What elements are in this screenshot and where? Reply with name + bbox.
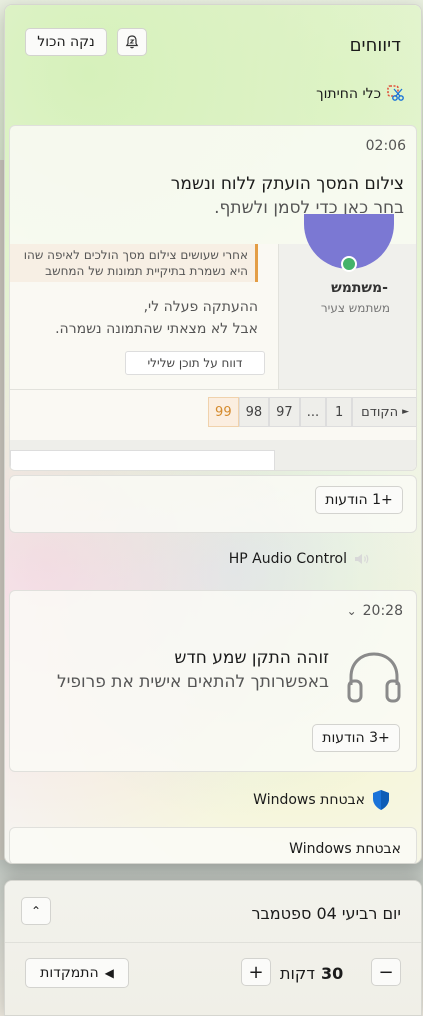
- preview-post-text: ההעתקה פעלה לי,: [143, 299, 258, 315]
- notification-time: 20:28: [362, 603, 403, 619]
- pager-page-active: 99: [208, 397, 239, 427]
- do-not-disturb-button[interactable]: [117, 28, 147, 56]
- windows-security-app-name: אבטחת Windows: [253, 792, 365, 808]
- notification-title: צילום המסך הועתק ללוח ונשמר: [170, 174, 404, 194]
- snipping-tool-app-name: כלי החיתוך: [316, 86, 381, 102]
- snipping-tool-group-header[interactable]: כלי החיתוך: [316, 85, 405, 103]
- screenshot-preview[interactable]: אחרי שעושים צילום מסך הולכים לאיפה שהו ה…: [10, 214, 416, 470]
- decrease-minutes-button[interactable]: −: [371, 958, 401, 986]
- caret-right-icon: ►: [402, 407, 409, 417]
- preview-quote-line: אחרי שעושים צילום מסך הולכים לאיפה שהו: [23, 248, 248, 262]
- hp-audio-app-name: HP Audio Control: [228, 551, 347, 567]
- calendar-focus-panel: יום רביעי 04 ספטמבר ⌃ − 30 דקות + ◀ התמק…: [4, 880, 422, 1016]
- notification-subtitle: באפשרותך להתאים אישית את פרופיל: [56, 672, 329, 692]
- notification-title: אבטחת Windows: [289, 841, 401, 857]
- preview-report-button: דווח על תוכן שלילי: [125, 351, 265, 375]
- more-notifications-button[interactable]: +1 הודעות: [315, 486, 403, 514]
- notification-title: זוהה התקן שמע חדש: [174, 648, 329, 668]
- preview-pager: ► הקודם 1 ... 97 98 99: [208, 397, 416, 427]
- minus-icon: −: [378, 961, 394, 983]
- pager-page: 1: [326, 397, 353, 427]
- plus-icon: +: [248, 961, 264, 983]
- preview-username: -משתמש: [331, 280, 388, 296]
- preview-quote-line: היא נשמרת בתיקיית תמונות של המחשב: [45, 264, 248, 278]
- preview-user-sidebar: -משתמש משתמש צעיר: [278, 214, 416, 389]
- calendar-date: יום רביעי 04 ספטמבר: [251, 904, 401, 923]
- windows-security-group-header[interactable]: אבטחת Windows: [253, 789, 391, 811]
- chevron-down-icon[interactable]: ⌄: [347, 604, 357, 618]
- play-icon: ◀: [104, 966, 114, 980]
- headphones-icon: [347, 652, 401, 703]
- hp-audio-group-header[interactable]: HP Audio Control: [229, 551, 371, 567]
- chevron-up-icon: ⌃: [30, 904, 42, 918]
- increase-minutes-button[interactable]: +: [241, 958, 271, 986]
- focus-button-label: התמקדות: [40, 965, 99, 981]
- more-notifications-button[interactable]: +3 הודעות: [312, 724, 400, 752]
- pager-page: 98: [238, 397, 270, 427]
- preview-user-role: משתמש צעיר: [320, 301, 390, 315]
- focus-duration: 30 דקות: [280, 964, 343, 983]
- shield-icon: [373, 790, 389, 810]
- focus-minutes-unit: דקות: [280, 964, 315, 983]
- snipping-notification[interactable]: 02:06 צילום המסך הועתק ללוח ונשמר בחר כא…: [9, 125, 417, 471]
- start-focus-button[interactable]: ◀ התמקדות: [25, 958, 129, 988]
- pager-page: 97: [269, 397, 300, 427]
- notification-center: דיווחים נקה הכול כלי החיתוך 02:06 צילום …: [4, 4, 422, 864]
- notification-time-row: 20:28 ⌄: [347, 603, 403, 619]
- pager-ellipsis: ...: [299, 397, 327, 427]
- online-status-icon: [341, 256, 357, 272]
- focus-minutes-value: 30: [320, 964, 344, 983]
- preview-post-text: אבל לא מצאתי שהתמונה נשמרה.: [55, 321, 258, 337]
- pager-prev: ► הקודם: [352, 397, 416, 427]
- clear-all-button[interactable]: נקה הכול: [25, 28, 107, 56]
- panel-title: דיווחים: [349, 35, 401, 56]
- collapse-calendar-button[interactable]: ⌃: [21, 897, 51, 925]
- notification-time: 02:06: [365, 138, 406, 154]
- speaker-icon: [355, 554, 369, 564]
- bell-snooze-icon: [125, 35, 139, 49]
- snipping-tool-icon: [387, 85, 404, 101]
